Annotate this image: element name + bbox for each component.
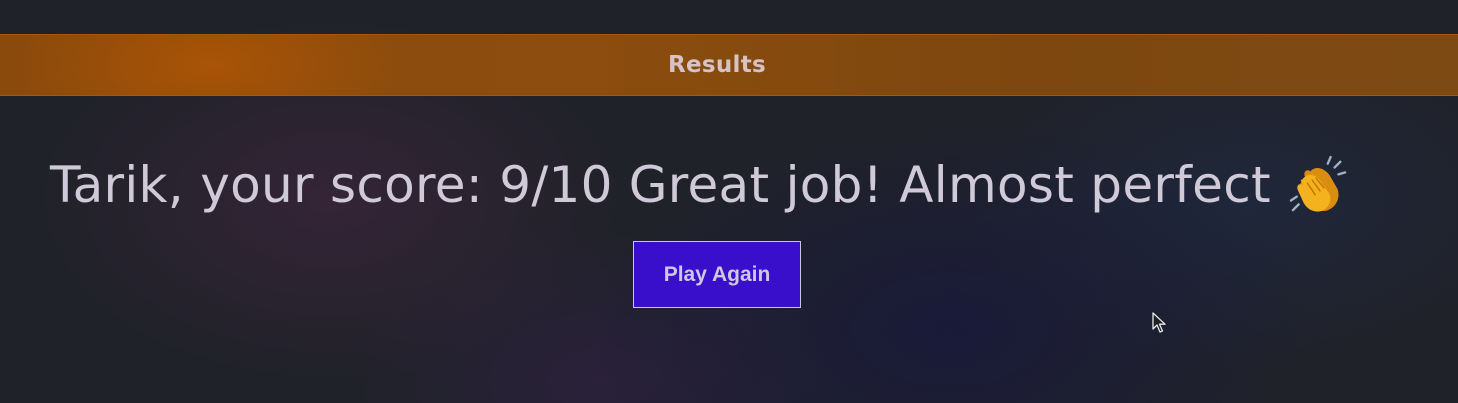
page-title: Results — [667, 52, 767, 78]
feedback-text: Great job! Almost perfect — [628, 156, 1271, 214]
clapping-hands-icon — [1289, 155, 1347, 212]
mouse-cursor-icon — [1152, 312, 1166, 333]
play-again-button[interactable]: Play Again — [633, 241, 801, 308]
score-text: Tarik, your score: 9/10 — [50, 156, 613, 214]
score-message: Tarik, your score: 9/10 Great job! Almos… — [50, 150, 1351, 220]
results-header-bar: Results — [0, 34, 1458, 96]
